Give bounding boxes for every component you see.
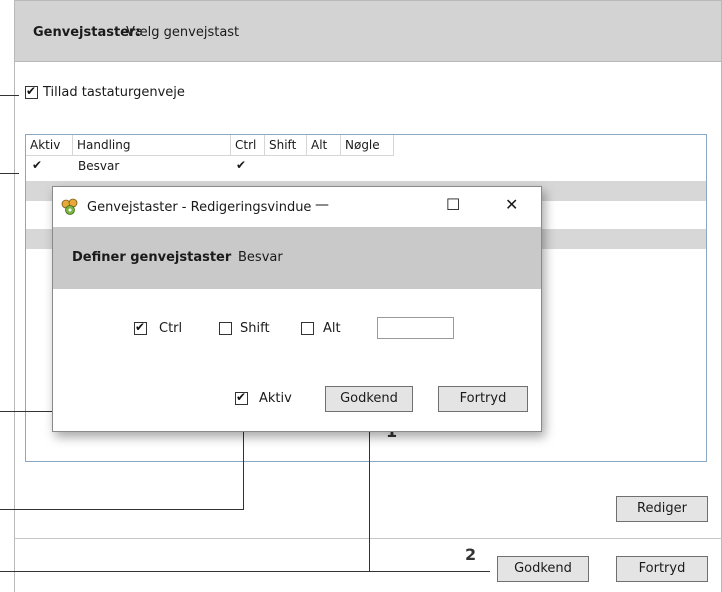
editor-dialog: Genvejstaster - Redigeringsvindue — ☐ ✕ … (52, 186, 542, 432)
dialog-header: Definer genvejstaster Besvar (53, 227, 541, 289)
header-bar: Genvejstaster: Vælg genvejstast (14, 0, 722, 62)
callout-line (0, 509, 244, 510)
callout-line (0, 95, 19, 96)
row-action: Besvar (78, 159, 120, 173)
dialog-title: Genvejstaster - Redigeringsvindue (87, 200, 312, 215)
dialog-approve-button[interactable]: Godkend (325, 386, 413, 412)
column-header-alt[interactable]: Alt (307, 135, 341, 156)
active-checkbox[interactable] (235, 390, 248, 405)
minimize-icon[interactable]: — (315, 197, 329, 213)
edit-button[interactable]: Rediger (616, 496, 708, 522)
shift-checkbox[interactable] (219, 322, 232, 335)
callout-line (0, 173, 19, 174)
key-input[interactable] (377, 317, 454, 339)
divider (14, 538, 722, 539)
row-active-check: ✔ (32, 158, 43, 172)
callout-line (0, 571, 490, 572)
header-label: Genvejstaster: (33, 25, 141, 40)
define-label: Definer genvejstaster (72, 250, 232, 265)
column-header-key[interactable]: Nøgle (341, 135, 394, 156)
column-header-ctrl[interactable]: Ctrl (231, 135, 265, 156)
ctrl-label: Ctrl (159, 321, 183, 336)
table-row[interactable]: ✔ Besvar ✔ (26, 156, 394, 176)
alt-checkbox[interactable] (301, 322, 314, 335)
app-icon (61, 198, 79, 216)
maximize-icon[interactable]: ☐ (446, 195, 460, 214)
header-value: Vælg genvejstast (126, 25, 240, 40)
column-header-active[interactable]: Aktiv (26, 135, 73, 156)
callout-number-2: 2 (465, 545, 477, 564)
approve-button[interactable]: Godkend (497, 556, 589, 582)
alt-label: Alt (323, 321, 341, 336)
define-value: Besvar (238, 250, 283, 265)
row-ctrl-check: ✔ (236, 158, 247, 172)
ctrl-checkbox[interactable] (134, 320, 147, 335)
allow-shortcuts-label: Tillad tastaturgenveje (43, 85, 185, 100)
column-header-shift[interactable]: Shift (265, 135, 307, 156)
allow-shortcuts-checkbox[interactable] (25, 84, 38, 99)
column-header-action[interactable]: Handling (73, 135, 231, 156)
shift-label: Shift (240, 321, 270, 336)
active-label: Aktiv (259, 391, 292, 406)
close-icon[interactable]: ✕ (505, 195, 518, 214)
dialog-cancel-button[interactable]: Fortryd (438, 386, 528, 412)
panel-left-border (14, 62, 15, 592)
cancel-button[interactable]: Fortryd (616, 556, 708, 582)
